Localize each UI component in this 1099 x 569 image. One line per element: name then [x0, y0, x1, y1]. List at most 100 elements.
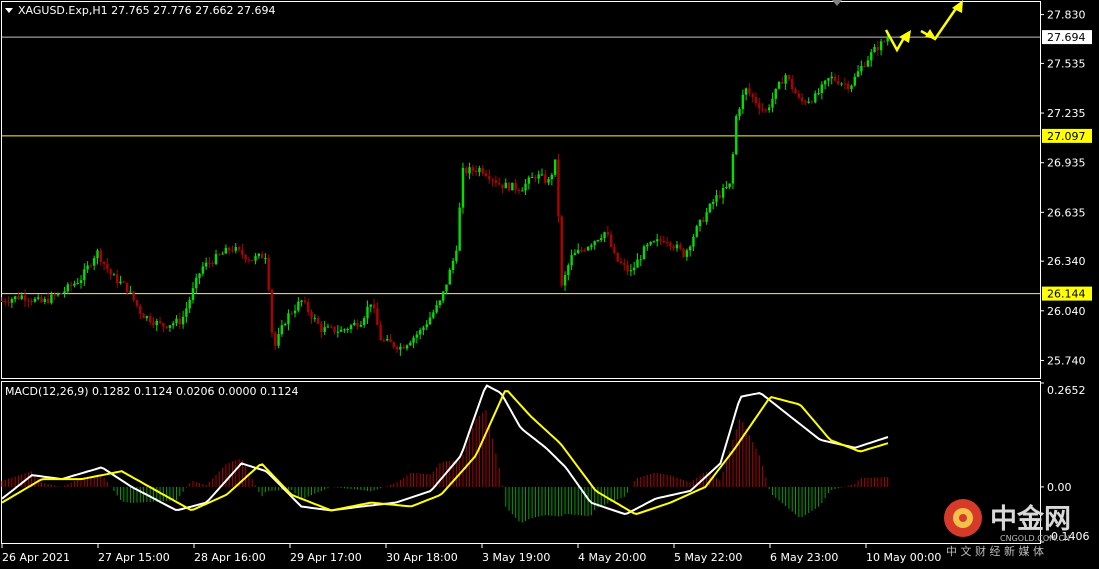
candle-body: [883, 41, 886, 43]
candle-body: [497, 183, 501, 185]
candle-body: [293, 310, 297, 314]
candle-body: [99, 250, 102, 262]
candle-body: [106, 263, 109, 270]
candle-body: [227, 247, 231, 251]
candle-body: [10, 299, 14, 303]
candle-body: [20, 295, 23, 299]
candle-body: [603, 232, 606, 239]
candle-body: [853, 76, 856, 86]
candle-body: [721, 187, 725, 198]
candle-body: [76, 282, 79, 284]
candle-body: [155, 320, 158, 326]
candle-body: [787, 75, 791, 79]
candle-body: [145, 316, 149, 319]
candle-body: [83, 269, 86, 281]
candle-body: [89, 265, 93, 267]
candle-body: [708, 203, 712, 213]
candle-body: [201, 266, 205, 274]
macd-tick-1: 0.00: [1047, 481, 1072, 494]
candle-body: [0, 300, 4, 302]
candle-body: [679, 244, 682, 249]
candle-body: [814, 93, 817, 103]
candle-body: [198, 273, 201, 278]
candle-body: [425, 324, 428, 328]
candle-body: [251, 260, 254, 262]
candle-body: [856, 71, 860, 77]
candle-body: [152, 322, 155, 326]
candle-body: [270, 289, 274, 333]
trading-chart: 27.830 27.535 27.235 26.935 26.635 26.340 26.0…: [0, 0, 1099, 569]
candle-body: [323, 327, 326, 332]
candle-body: [807, 101, 810, 103]
candle-body: [86, 265, 89, 270]
candle-body: [310, 311, 313, 319]
candle-body: [675, 244, 679, 249]
candle-body: [652, 241, 656, 243]
candle-body: [415, 334, 419, 338]
candle-body: [623, 263, 626, 265]
candle-body: [162, 322, 165, 327]
candle-body: [777, 82, 781, 89]
candle-body: [148, 316, 152, 323]
candle-body: [563, 275, 567, 286]
candle-body: [244, 254, 247, 260]
candle-body: [13, 296, 17, 300]
candle-body: [257, 253, 261, 257]
candle-body: [537, 174, 540, 179]
candle-body: [218, 254, 221, 256]
candle-body: [336, 331, 340, 333]
candle-body: [646, 244, 649, 247]
candle-body: [530, 177, 534, 179]
candle-body: [688, 246, 692, 251]
candle-body: [283, 323, 287, 326]
candle-body: [583, 250, 586, 252]
candle-body: [669, 242, 672, 247]
candle-body: [168, 325, 172, 328]
candle-body: [465, 167, 468, 174]
candle-body: [96, 250, 99, 259]
candle-body: [524, 183, 527, 191]
candle-body: [73, 283, 76, 286]
candle-body: [211, 263, 214, 265]
candle-body: [474, 170, 478, 173]
candle-body: [349, 325, 353, 330]
price-tick-1: 27.535: [1047, 57, 1086, 70]
candle-body: [142, 313, 145, 319]
candle-body: [626, 264, 629, 272]
candle-body: [833, 76, 837, 81]
candle-body: [682, 248, 685, 257]
candle-body: [827, 78, 830, 81]
candle-body: [366, 306, 369, 319]
time-tick-0: 26 Apr 2021: [2, 551, 70, 564]
price-tick-5: 26.340: [1047, 255, 1086, 268]
candle-body: [876, 46, 880, 51]
candle-body: [830, 76, 833, 79]
candle-body: [224, 247, 228, 254]
candle-body: [208, 262, 211, 264]
candle-body: [843, 83, 847, 85]
candle-body: [402, 346, 405, 349]
candle-body: [451, 260, 455, 270]
candle-body: [139, 305, 142, 314]
candle-body: [313, 317, 316, 319]
candle-body: [471, 167, 475, 171]
candle-body: [672, 246, 675, 249]
candle-body: [353, 322, 356, 326]
candle-body: [432, 312, 435, 318]
candle-body: [386, 338, 389, 341]
candle-body: [158, 320, 162, 323]
candle-body: [656, 239, 659, 242]
macd-tick-0: 0.2652: [1047, 384, 1086, 397]
candle-body: [748, 88, 751, 94]
candle-body: [731, 154, 735, 184]
candle-body: [428, 317, 432, 325]
candle-body: [609, 234, 613, 247]
candle-body: [553, 159, 557, 175]
time-tick-2: 28 Apr 16:00: [194, 551, 266, 564]
candle-body: [797, 93, 801, 98]
candle-body: [863, 65, 866, 67]
candle-body: [389, 338, 392, 343]
candle-body: [837, 80, 840, 85]
candle-body: [392, 342, 396, 347]
price-tick-6: 26.040: [1047, 305, 1086, 318]
